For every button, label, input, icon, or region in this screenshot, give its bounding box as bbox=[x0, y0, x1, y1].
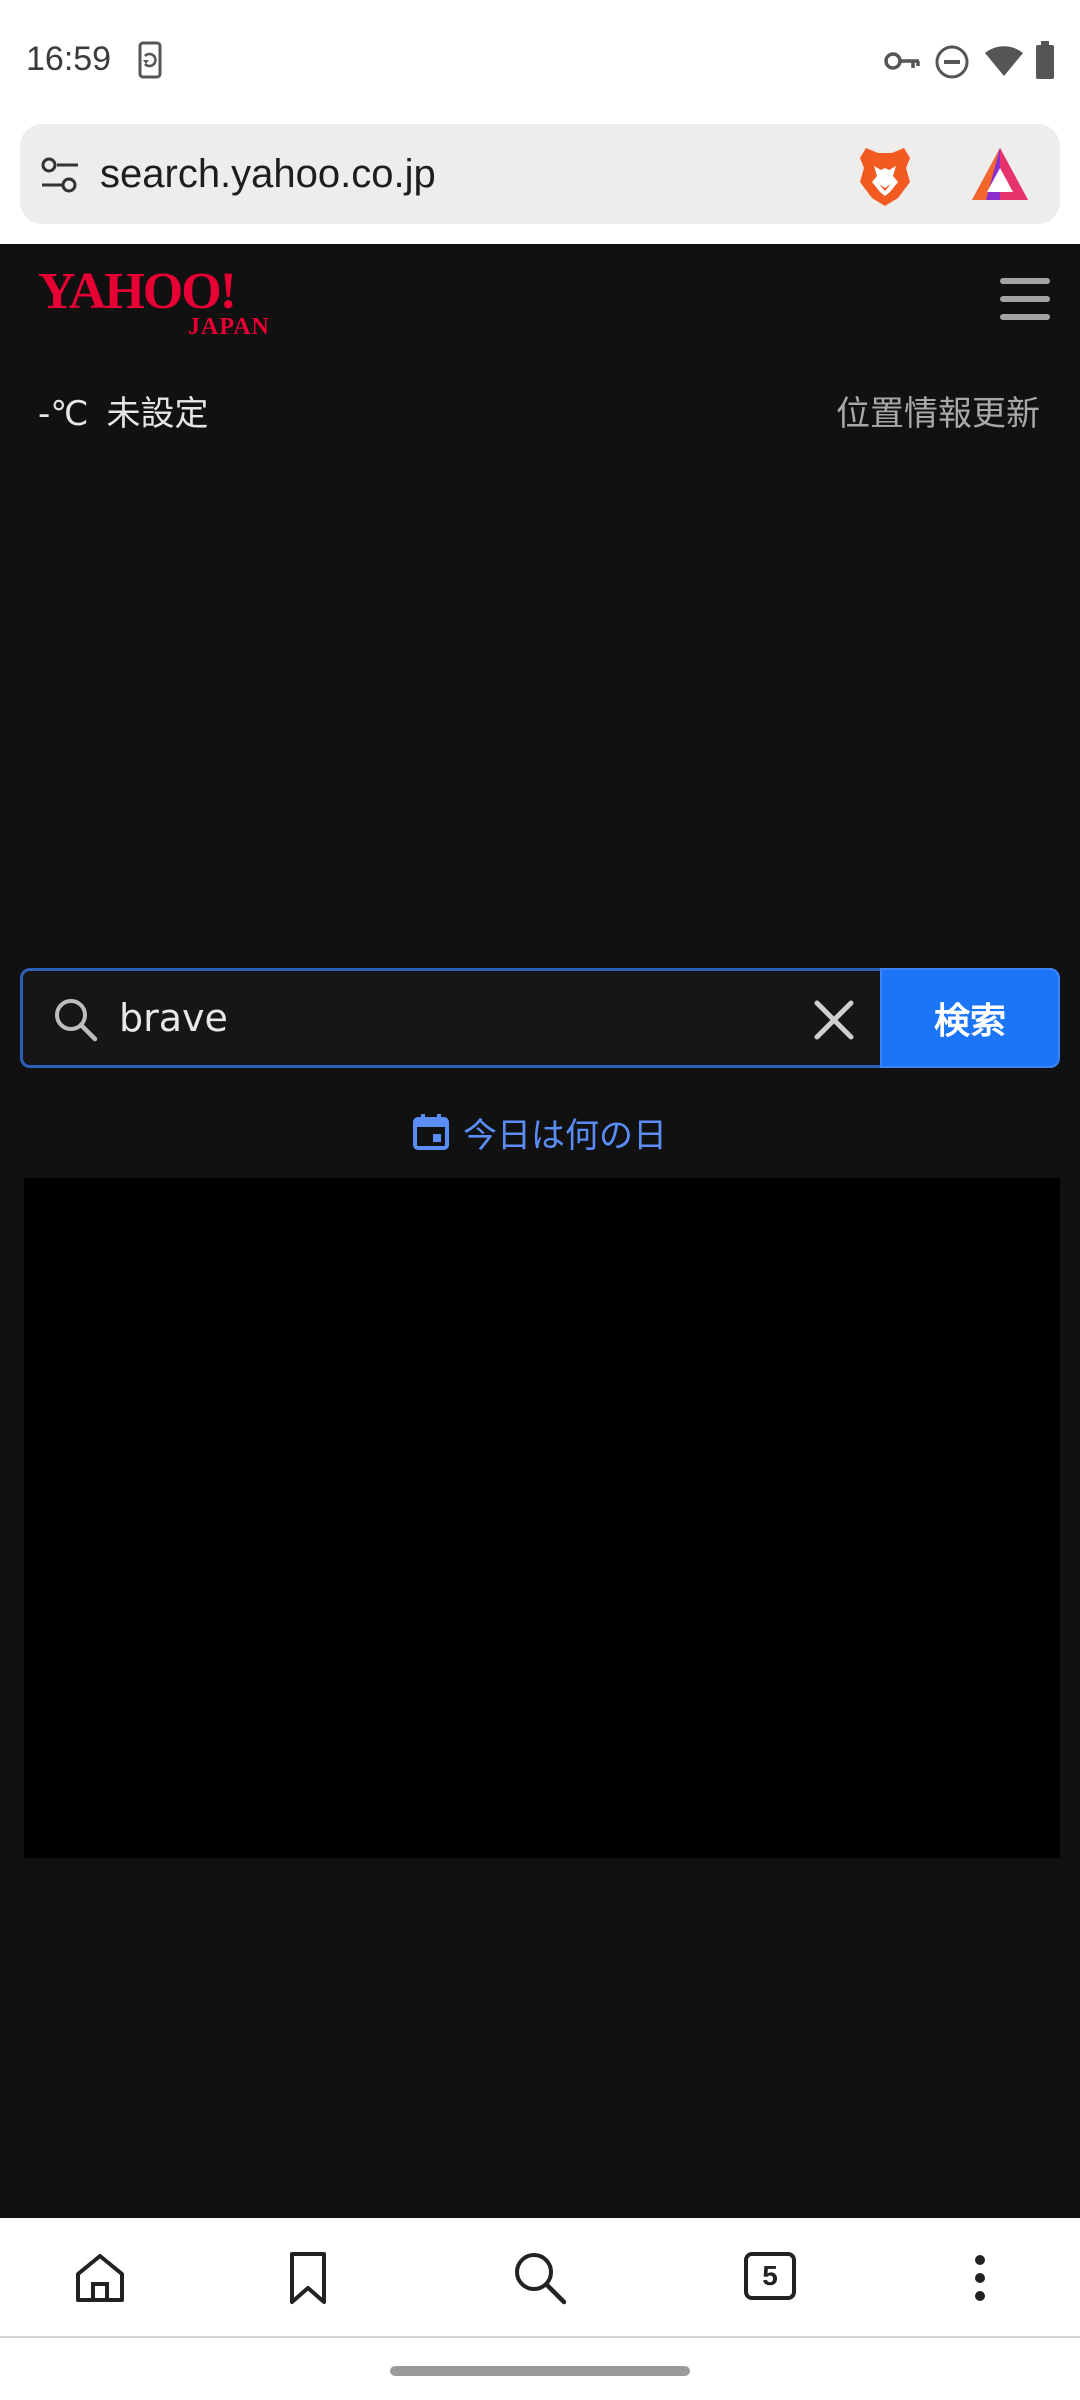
weather-info[interactable]: -℃ 未設定 bbox=[38, 386, 208, 435]
content-placeholder bbox=[24, 1178, 1060, 1858]
address-bar[interactable]: search.yahoo.co.jp bbox=[20, 124, 1060, 224]
search-box[interactable] bbox=[20, 968, 880, 1068]
search-input[interactable] bbox=[119, 981, 799, 1055]
search-icon[interactable] bbox=[510, 2248, 570, 2308]
status-bar: 16:59 bbox=[0, 0, 1080, 122]
clear-icon[interactable] bbox=[813, 999, 855, 1041]
hamburger-menu-icon[interactable] bbox=[1000, 278, 1050, 322]
brave-rewards-icon[interactable] bbox=[970, 146, 1030, 202]
logo-subtext: JAPAN bbox=[188, 314, 270, 336]
brave-lion-icon[interactable] bbox=[856, 144, 914, 208]
today-link[interactable]: 今日は何の日 bbox=[0, 1108, 1080, 1157]
status-time: 16:59 bbox=[26, 40, 112, 78]
site-settings-icon[interactable] bbox=[40, 156, 80, 194]
do-not-disturb-icon bbox=[935, 45, 969, 79]
home-icon[interactable] bbox=[70, 2248, 130, 2308]
temperature: -℃ bbox=[38, 394, 89, 434]
screen-rotate-icon bbox=[138, 41, 162, 79]
more-vertical-icon[interactable] bbox=[950, 2248, 1010, 2308]
location-label: 未設定 bbox=[106, 394, 209, 434]
search-icon bbox=[55, 999, 98, 1042]
calendar-icon bbox=[413, 1113, 449, 1150]
search-button[interactable]: 検索 bbox=[880, 968, 1060, 1068]
yahoo-japan-logo[interactable]: YAHOO! JAPAN bbox=[38, 262, 308, 336]
logo-text: YAHOO! bbox=[38, 263, 235, 320]
tabs-icon[interactable]: 5 bbox=[744, 2252, 796, 2300]
location-update-link[interactable]: 位置情報更新 bbox=[836, 386, 1040, 435]
browser-toolbar: search.yahoo.co.jp bbox=[0, 122, 1080, 244]
today-link-label: 今日は何の日 bbox=[463, 1116, 667, 1156]
tab-count: 5 bbox=[762, 2260, 778, 2291]
wifi-icon bbox=[985, 46, 1023, 76]
system-nav-area bbox=[0, 2338, 1080, 2400]
home-indicator[interactable] bbox=[390, 2366, 690, 2376]
url-text[interactable]: search.yahoo.co.jp bbox=[100, 152, 436, 197]
vpn-key-icon bbox=[884, 52, 920, 70]
battery-icon bbox=[1036, 41, 1054, 79]
bookmark-icon[interactable] bbox=[278, 2248, 338, 2308]
bottom-toolbar: 5 bbox=[0, 2218, 1080, 2338]
